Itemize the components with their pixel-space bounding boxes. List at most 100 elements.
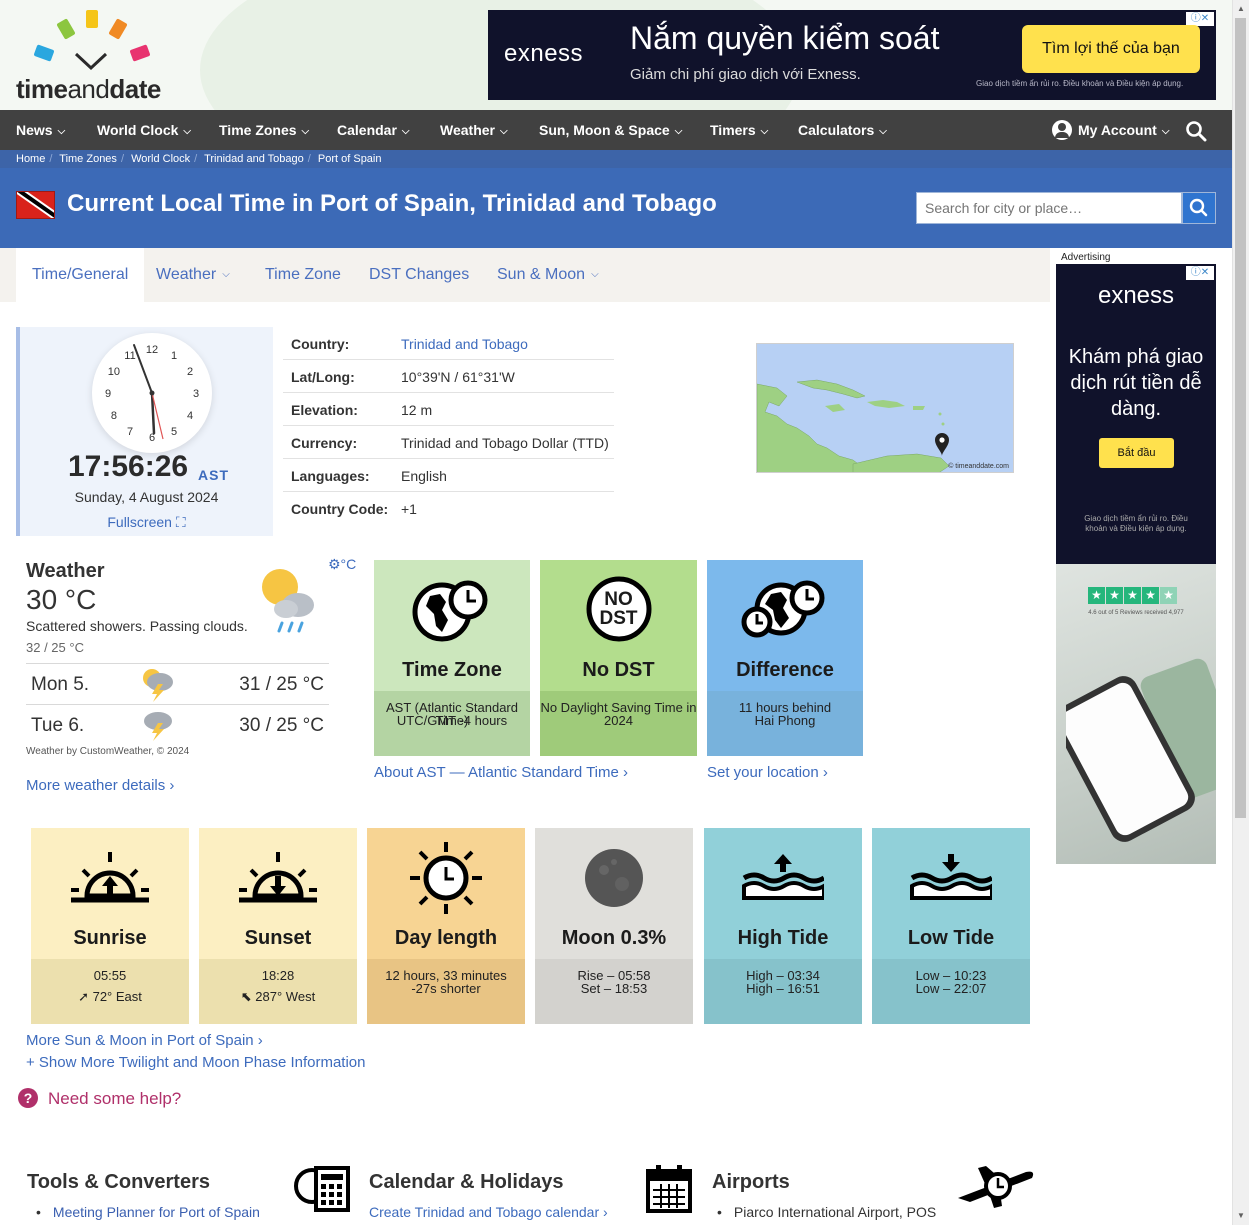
site-header: timeanddate ⓘ✕ exness Nắm quyền kiểm soá… (0, 0, 1232, 110)
help-icon: ? (18, 1088, 38, 1108)
tab-weather[interactable]: Weather ⌵ (140, 248, 246, 302)
ad-fine-print: Giao dịch tiềm ẩn rủi ro. Điều khoản và … (1084, 514, 1188, 533)
scroll-down-icon[interactable]: ▼ (1236, 1211, 1246, 1221)
map-pin-icon (935, 433, 949, 456)
fullscreen-link[interactable]: Fullscreen ⛶ (20, 514, 273, 531)
low-tide-label: Low Tide (907, 927, 995, 949)
city-search-button[interactable] (1182, 192, 1216, 224)
airplane-clock-icon (958, 1166, 1034, 1208)
sunrise-icon (71, 852, 149, 903)
nav-calculators[interactable]: Calculators ⌵ (798, 110, 887, 150)
breadcrumb-time-zones[interactable]: Time Zones (59, 153, 117, 165)
breadcrumb-home[interactable]: Home (16, 153, 45, 165)
low-tide-icon (910, 854, 992, 900)
country-link[interactable]: Trinidad and Tobago (401, 336, 528, 352)
tab-time-general[interactable]: Time/General (16, 248, 145, 302)
location-map[interactable]: © timeanddate.com (756, 343, 1014, 473)
chevron-down-icon: ⌵ (183, 126, 192, 137)
info-row-elevation: Elevation: 12 m (283, 393, 614, 426)
nav-calendar[interactable]: Calendar ⌵ (337, 110, 410, 150)
thunderstorm-icon (144, 712, 172, 741)
nav-weather[interactable]: Weather ⌵ (440, 110, 508, 150)
analog-clock: 12 1 2 3 4 5 6 7 8 9 10 11 (92, 333, 212, 453)
nav-news[interactable]: News ⌵ (16, 110, 65, 150)
help-link[interactable]: ? Need some help? (18, 1088, 181, 1109)
tab-sun-moon[interactable]: Sun & Moon ⌵ (481, 248, 615, 302)
top-banner-ad[interactable]: ⓘ✕ exness Nắm quyền kiểm soát Giảm chi p… (488, 10, 1216, 100)
clock-number: 3 (193, 388, 199, 400)
clock-number: 7 (127, 426, 133, 438)
moon-label: Moon 0.3% (561, 927, 667, 949)
map-credit: © timeanddate.com (948, 463, 1009, 470)
no-dst-icon-text: DST (599, 608, 638, 629)
airport-item[interactable]: • Piarco International Airport, POS (717, 1204, 936, 1220)
ad-cta-button[interactable]: Bắt đầu (1099, 438, 1174, 468)
scroll-thumb[interactable] (1235, 18, 1246, 818)
moon-tile[interactable]: Moon 0.3% Rise – 05:58 Set – 18:53 (535, 828, 693, 1024)
thunderstorm-icon (143, 669, 173, 702)
search-icon[interactable] (1185, 120, 1207, 142)
show-twilight-link[interactable]: + Show More Twilight and Moon Phase Info… (26, 1054, 366, 1071)
calendar-icon (646, 1165, 692, 1213)
nav-timers[interactable]: Timers ⌵ (710, 110, 768, 150)
globe-two-clocks-icon (741, 580, 825, 638)
ad-phone-image: ★ ★ ★ ★ ★ 4.6 out of 5 Reviews received 4,97… (1056, 564, 1216, 864)
city-search-input[interactable] (916, 192, 1182, 224)
caribbean-map (757, 379, 950, 472)
chevron-down-icon: ⌵ (760, 126, 769, 137)
account-icon (1052, 120, 1072, 140)
flag-icon (16, 191, 55, 219)
scroll-up-icon[interactable]: ▲ (1236, 4, 1246, 14)
info-row-currency: Currency: Trinidad and Tobago Dollar (TTD… (283, 426, 614, 459)
high-tide-icon (742, 854, 824, 900)
day-length-label: Day length (394, 927, 498, 949)
forecast-row: Mon 5. 31 / 25 °C (26, 663, 329, 704)
day-length-tile[interactable]: Day length 12 hours, 33 minutes -27s sho… (367, 828, 525, 1024)
breadcrumb-country[interactable]: Trinidad and Tobago (204, 153, 304, 165)
tab-dst-changes[interactable]: DST Changes (353, 248, 485, 302)
clock-number: 8 (111, 410, 117, 422)
high-tide-tile[interactable]: High Tide High – 03:34 High – 16:51 (704, 828, 862, 1024)
nav-sun-moon-space[interactable]: Sun, Moon & Space ⌵ (539, 110, 682, 150)
current-date: Sunday, 4 August 2024 (74, 489, 219, 505)
timezone-abbr[interactable]: AST (198, 467, 229, 483)
nav-time-zones[interactable]: Time Zones ⌵ (219, 110, 309, 150)
adchoices-icon[interactable]: ⓘ✕ (1186, 12, 1214, 26)
side-banner-ad[interactable]: ⓘ✕ exness Khám phá giao dịch rút tiền dễ… (1056, 264, 1216, 864)
low-tide-tile[interactable]: Low Tide Low – 10:23 Low – 22:07 (872, 828, 1030, 1024)
time-zone-tile[interactable]: Time Zone AST (Atlantic Standard Time) U… (374, 560, 530, 756)
ad-cta-button[interactable]: Tìm lợi thế của bạn (1022, 25, 1200, 73)
logo-mark-icon (34, 10, 150, 71)
create-calendar-link[interactable]: Create Trinidad and Tobago calendar › (369, 1204, 608, 1220)
nav-my-account[interactable]: My Account ⌵ (1052, 110, 1169, 150)
info-row-country: Country: Trinidad and Tobago (283, 327, 614, 360)
unit-settings-button[interactable]: ⚙°C (328, 556, 356, 573)
sub-tabs: Time/General Weather ⌵ Time Zone DST Chan… (0, 248, 1050, 302)
more-weather-link[interactable]: More weather details › (26, 777, 174, 794)
advertising-label: Advertising (1061, 252, 1111, 263)
sunrise-label: Sunrise (73, 927, 147, 949)
sunset-tile[interactable]: Sunset 18:28 ⬉ 287° West (199, 828, 357, 1024)
clock-number: 12 (146, 344, 158, 356)
breadcrumb-world-clock[interactable]: World Clock (131, 153, 190, 165)
set-location-link[interactable]: Set your location › (707, 764, 828, 781)
no-dst-tile[interactable]: NO DST No DST No Daylight Saving Time in… (540, 560, 697, 756)
sunrise-tile[interactable]: Sunrise 05:55 ➚ 72° East (31, 828, 189, 1024)
current-temperature: 30 °C (26, 584, 97, 615)
tools-item[interactable]: • Meeting Planner for Port of Spain (36, 1204, 260, 1220)
nav-world-clock[interactable]: World Clock ⌵ (97, 110, 191, 150)
sun-clock-icon (410, 842, 482, 914)
tools-title: Tools & Converters (27, 1171, 210, 1193)
site-logo[interactable]: timeanddate (16, 8, 186, 104)
tab-time-zone[interactable]: Time Zone (249, 248, 357, 302)
difference-tile[interactable]: Difference 11 hours behind Hai Phong (707, 560, 863, 756)
more-sun-moon-link[interactable]: More Sun & Moon in Port of Spain › (26, 1032, 263, 1049)
ad-subline: Giảm chi phí giao dịch với Exness. (630, 66, 861, 83)
page-title: Current Local Time in Port of Spain, Tri… (67, 190, 717, 217)
calendar-title: Calendar & Holidays (369, 1171, 564, 1193)
chevron-down-icon: ⌵ (1161, 126, 1170, 137)
adchoices-icon[interactable]: ⓘ✕ (1186, 266, 1214, 280)
about-ast-link[interactable]: About AST — Atlantic Standard Time › (374, 764, 628, 781)
meeting-planner-icon (294, 1166, 350, 1212)
main-nav: News ⌵ World Clock ⌵ Time Zones ⌵ Calendar ⌵… (0, 110, 1232, 150)
